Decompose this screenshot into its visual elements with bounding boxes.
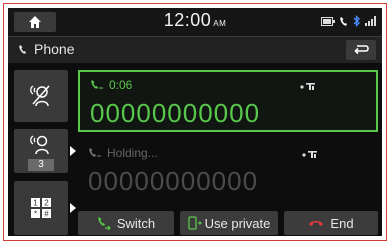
mute-mic-icon <box>30 85 50 107</box>
active-call-network-icon <box>300 82 316 90</box>
screenshot-frame: 12:00 AM Phone 3 1 2 * # 0:06 0000000000… <box>3 3 387 241</box>
active-call-icon <box>91 80 103 89</box>
phone-icon <box>19 44 26 54</box>
svg-text:2: 2 <box>44 199 49 208</box>
clock-ampm: AM <box>213 19 227 28</box>
back-button[interactable] <box>346 40 376 60</box>
participant-count: 3 <box>28 159 54 171</box>
network-icon <box>302 151 317 158</box>
back-icon <box>354 45 369 55</box>
use-private-button[interactable]: Use private <box>180 211 278 235</box>
active-call-number: 00000000000 <box>90 98 261 128</box>
held-call-panel[interactable]: Holding... 00000000000 <box>78 140 378 202</box>
call-hold-status: Holding... <box>88 146 158 160</box>
battery-icon <box>321 16 335 26</box>
use-private-label: Use private <box>204 215 271 231</box>
end-call-icon <box>309 221 324 226</box>
private-handset-icon <box>187 216 202 230</box>
page-title: Phone <box>18 41 74 57</box>
keypad-button[interactable]: 1 2 * # <box>14 181 76 235</box>
status-bar: 12:00 AM <box>8 8 382 36</box>
held-call-network-icon <box>302 150 318 158</box>
clock-time: 12:00 <box>163 10 212 30</box>
expand-arrow-icon <box>70 146 76 156</box>
expand-arrow-icon <box>70 203 76 213</box>
active-call-panel[interactable]: 0:06 00000000000 <box>78 70 378 132</box>
status-icons <box>321 15 376 27</box>
call-duration-text: 0:06 <box>109 78 133 92</box>
held-call-number: 00000000000 <box>88 166 259 196</box>
svg-text:#: # <box>44 210 49 219</box>
page-title-text: Phone <box>34 41 75 57</box>
end-label: End <box>330 215 354 231</box>
end-call-button[interactable]: End <box>284 211 378 235</box>
phone-screen: 12:00 AM Phone 3 1 2 * # 0:06 0000000000… <box>8 8 382 236</box>
switch-label: Switch <box>116 215 156 231</box>
held-call-icon <box>89 148 101 157</box>
keypad-icon: 1 2 * # <box>31 198 51 219</box>
hold-status-text: Holding... <box>107 146 158 160</box>
title-bar: Phone <box>8 36 382 63</box>
conference-participants-button[interactable]: 3 <box>14 129 76 173</box>
conference-icon <box>30 135 49 155</box>
call-duration: 0:06 <box>90 78 132 92</box>
signal-icon <box>365 16 376 26</box>
switch-button[interactable]: Switch <box>78 211 174 235</box>
bluetooth-icon <box>353 15 360 27</box>
call-status-icon <box>340 16 347 26</box>
switch-call-icon <box>98 217 111 230</box>
network-icon <box>300 83 315 90</box>
svg-text:*: * <box>34 210 37 219</box>
mute-mic-button[interactable] <box>14 70 68 122</box>
svg-text:1: 1 <box>33 199 38 208</box>
